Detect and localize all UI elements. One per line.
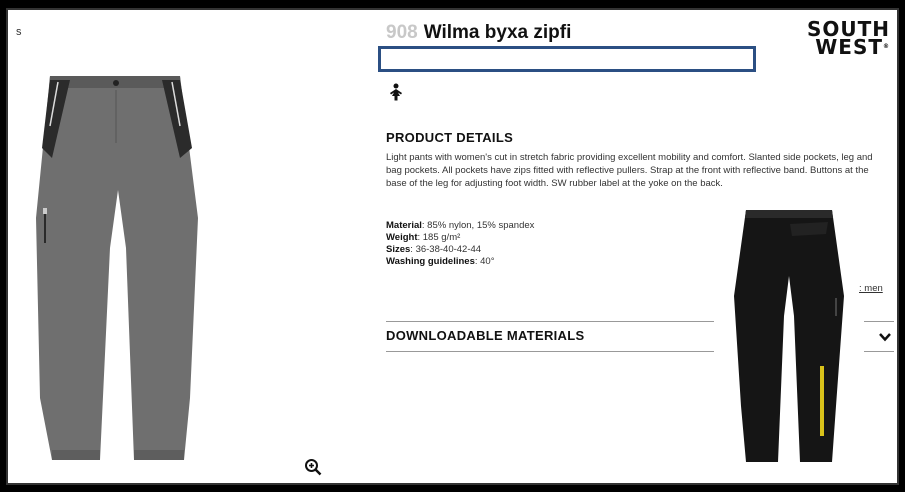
page-frame: s 908 Wilma byxa zipfi SOUTH WEST® PRODU…	[6, 8, 899, 485]
brand-logo-mark: ®	[883, 43, 890, 50]
spec-weight: Weight: 185 g/m²	[386, 232, 461, 243]
product-specs: Material: 85% nylon, 15% spandex Weight:…	[386, 220, 534, 268]
divider	[864, 321, 894, 322]
spec-material: Material: 85% nylon, 15% spandex	[386, 220, 535, 231]
edge-text: s	[16, 26, 22, 38]
product-image-grey-pants[interactable]	[30, 68, 205, 468]
product-name: Wilma byxa zipfi	[423, 22, 572, 43]
brand-logo-line2: WEST	[815, 35, 883, 59]
zoom-in-icon[interactable]	[304, 458, 322, 476]
related-men-link[interactable]: : men	[859, 283, 883, 294]
downloadable-materials-heading[interactable]: DOWNLOADABLE MATERIALS	[386, 328, 584, 343]
product-title: 908 Wilma byxa zipfi	[386, 22, 571, 44]
brand-logo[interactable]: SOUTH WEST®	[798, 19, 890, 59]
divider	[386, 351, 714, 352]
highlight-box	[378, 46, 756, 72]
product-number: 908	[386, 22, 418, 43]
product-description: Light pants with women's cut in stretch …	[386, 152, 873, 189]
product-details-heading: PRODUCT DETAILS	[386, 130, 514, 145]
spec-sizes: Sizes: 36-38-40-42-44	[386, 244, 482, 255]
divider	[386, 321, 714, 322]
product-image-black-pants[interactable]	[728, 206, 850, 470]
divider	[864, 351, 894, 352]
spec-washing: Washing guidelines: 40°	[386, 256, 495, 267]
female-icon	[390, 83, 402, 101]
chevron-down-icon[interactable]	[878, 330, 892, 344]
